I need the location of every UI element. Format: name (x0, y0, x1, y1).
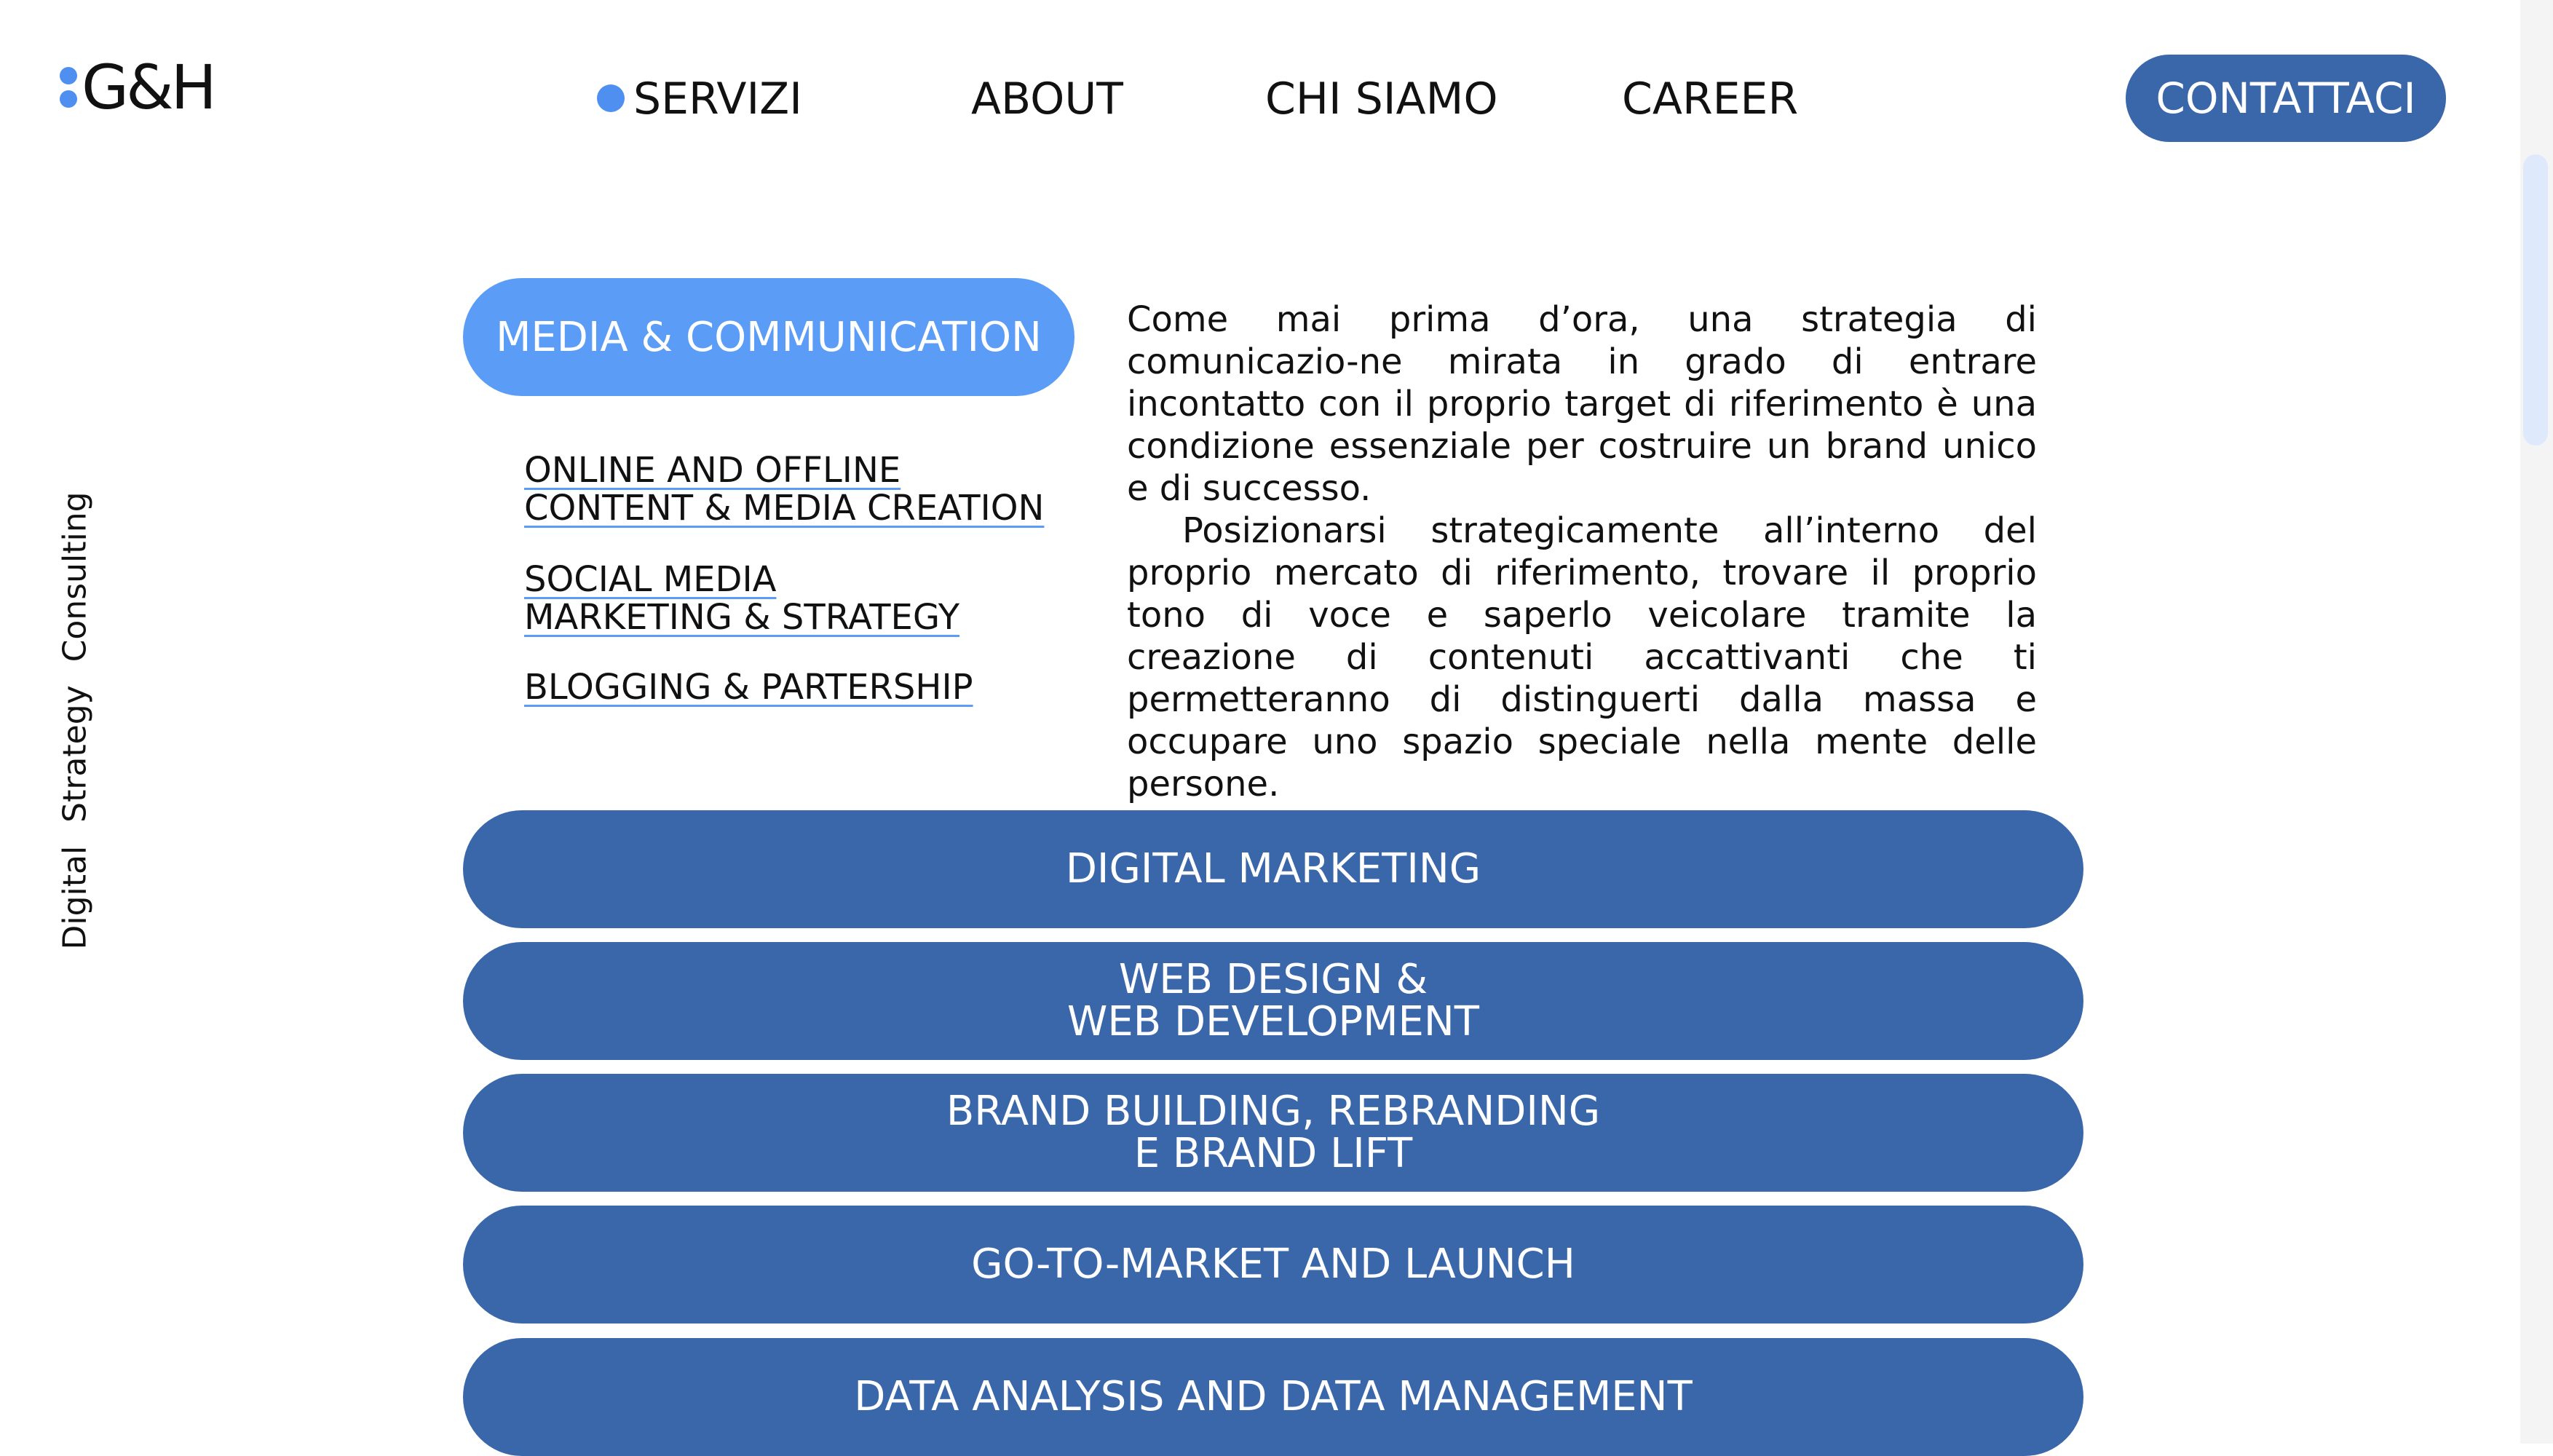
service-label: DATA ANALYSIS AND DATA MANAGEMENT (854, 1373, 1693, 1420)
sublink-social-media-marketing[interactable]: SOCIAL MEDIA MARKETING & STRATEGY (524, 561, 959, 636)
service-label: WEB DESIGN & WEB DEVELOPMENT (1066, 956, 1479, 1045)
contact-button[interactable]: CONTATTACI (2126, 55, 2446, 142)
sublink-line: BLOGGING & PARTERSHIP (524, 667, 973, 708)
active-nav-dot-icon (597, 84, 625, 112)
logo[interactable]: G&H (60, 52, 217, 123)
sublink-line: MARKETING & STRATEGY (524, 597, 960, 638)
service-label: GO-TO-MARKET AND LAUNCH (971, 1241, 1575, 1288)
service-go-to-market-button[interactable]: GO-TO-MARKET AND LAUNCH (463, 1206, 2083, 1324)
service-label: DIGITAL MARKETING (1065, 845, 1481, 893)
sublink-line: CONTENT & MEDIA CREATION (524, 488, 1045, 529)
sublink-blogging-partnership[interactable]: BLOGGING & PARTERSHIP (524, 668, 973, 706)
service-description: Come mai prima d’ora, una strategia di c… (1127, 298, 2037, 805)
scrollbar-thumb[interactable] (2523, 154, 2548, 446)
service-brand-building-button[interactable]: BRAND BUILDING, REBRANDING E BRAND LIFT (463, 1074, 2083, 1192)
side-tagline: Digital Strategy Consulting (56, 491, 94, 950)
sublink-line: SOCIAL MEDIA (524, 559, 777, 600)
logo-dots-icon (60, 67, 77, 108)
service-data-analysis-button[interactable]: DATA ANALYSIS AND DATA MANAGEMENT (463, 1338, 2083, 1456)
service-web-design-button[interactable]: WEB DESIGN & WEB DEVELOPMENT (463, 942, 2083, 1060)
description-paragraph: Posizionarsi strategicamente all’interno… (1127, 510, 2037, 804)
nav-item-chi-siamo[interactable]: CHI SIAMO (1265, 73, 1498, 125)
sublink-content-media-creation[interactable]: ONLINE AND OFFLINE CONTENT & MEDIA CREAT… (524, 451, 1044, 527)
service-label: BRAND BUILDING, REBRANDING E BRAND LIFT (946, 1088, 1601, 1177)
sublink-line: ONLINE AND OFFLINE (524, 450, 901, 491)
nav-item-career[interactable]: CAREER (1622, 73, 1798, 125)
service-media-communication-button[interactable]: MEDIA & COMMUNICATION (463, 278, 1074, 396)
nav-item-servizi[interactable]: SERVIZI (633, 73, 802, 125)
logo-text: G&H (82, 52, 217, 123)
nav-item-about[interactable]: ABOUT (971, 73, 1123, 125)
service-digital-marketing-button[interactable]: DIGITAL MARKETING (463, 810, 2083, 928)
description-paragraph: Come mai prima d’ora, una strategia di c… (1127, 299, 2037, 509)
